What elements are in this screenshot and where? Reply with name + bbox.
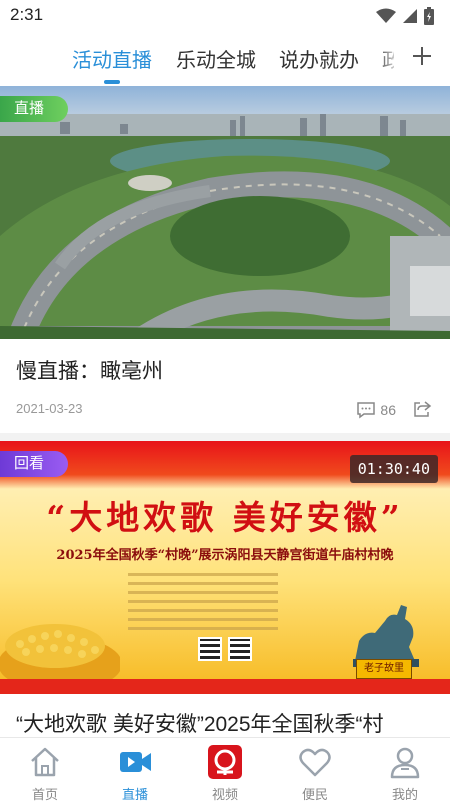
comment-count: 86	[380, 402, 396, 418]
comment-button[interactable]: 86	[356, 401, 396, 419]
poster-subtitle: 2025年全国秋季“村晚”展示涡阳县天静宫街道牛庙村村晚	[56, 548, 394, 563]
status-icons	[376, 7, 434, 25]
tab-do-it-now[interactable]: 说办就办	[279, 44, 359, 73]
card-thumbnail[interactable]: 直播	[0, 86, 450, 339]
share-icon	[414, 401, 432, 417]
video-duration: 01:30:40	[349, 455, 438, 483]
nav-video[interactable]: 视频	[190, 742, 260, 801]
signal-icon	[403, 9, 417, 23]
qr-code-icon	[198, 637, 222, 661]
plus-icon	[413, 47, 431, 65]
feed-card[interactable]: “大地欢歌 美好安徽” 2025年全国秋季“村晚”展示涡阳县天静宫街道牛庙村村晚	[0, 441, 450, 737]
aerial-city-image	[0, 86, 450, 339]
share-button[interactable]	[412, 399, 432, 424]
nav-label: 直播	[121, 787, 148, 801]
nav-profile[interactable]: 我的	[370, 742, 440, 801]
nav-label: 首页	[31, 787, 58, 801]
card-date: 2021-03-23	[16, 401, 83, 416]
card-thumbnail[interactable]: “大地欢歌 美好安徽” 2025年全国秋季“村晚”展示涡阳县天静宫街道牛庙村村晚	[0, 441, 450, 694]
card-meta: 2021-03-23 86	[0, 391, 450, 433]
status-bar: 2:31	[0, 0, 450, 32]
channel-tabs: 活动直播 乐动全城 说办就办 政	[0, 32, 450, 84]
statue-plaque: 老子故里	[356, 659, 412, 679]
home-icon	[31, 747, 59, 777]
nav-label: 视频	[211, 787, 238, 801]
tab-fun-city[interactable]: 乐动全城	[176, 44, 256, 73]
poster-fine-print	[128, 567, 278, 636]
poster-bottom-band	[0, 679, 450, 694]
feed-card[interactable]: 直播 慢直播：瞰亳州 2021-03-23 86	[0, 86, 450, 433]
comment-icon	[357, 402, 376, 419]
poster-headline: “大地欢歌 美好安徽”	[46, 498, 404, 537]
card-separator	[0, 433, 450, 441]
nav-label: 我的	[391, 787, 418, 801]
battery-icon	[424, 7, 434, 25]
qr-code-icon	[228, 637, 252, 661]
heart-icon	[299, 748, 331, 777]
nav-live[interactable]: 直播	[100, 742, 170, 801]
live-feed[interactable]: 直播 慢直播：瞰亳州 2021-03-23 86 “大地欢歌 美好安徽” 202…	[0, 86, 450, 737]
status-time: 2:31	[10, 5, 44, 24]
nav-label: 便民	[301, 787, 328, 801]
nav-services[interactable]: 便民	[280, 742, 350, 801]
replay-badge: 回看	[0, 451, 68, 477]
active-tab-indicator	[104, 80, 120, 84]
tab-fade	[376, 40, 400, 76]
user-icon	[390, 747, 420, 779]
bottom-navigation: 首页 直播 视频 便民 我的	[0, 737, 450, 801]
wifi-icon	[376, 8, 396, 23]
video-camera-icon	[120, 752, 151, 772]
card-title[interactable]: 慢直播：瞰亳州	[0, 339, 450, 391]
live-badge: 直播	[0, 96, 68, 122]
grain-bowl-image	[0, 624, 120, 692]
nav-home[interactable]: 首页	[10, 742, 80, 801]
add-tab-button[interactable]	[408, 40, 436, 72]
card-title[interactable]: “大地欢歌 美好安徽”2025年全国秋季“村	[0, 694, 450, 737]
video-logo-icon	[208, 745, 242, 779]
tab-activity-live[interactable]: 活动直播	[72, 44, 152, 73]
